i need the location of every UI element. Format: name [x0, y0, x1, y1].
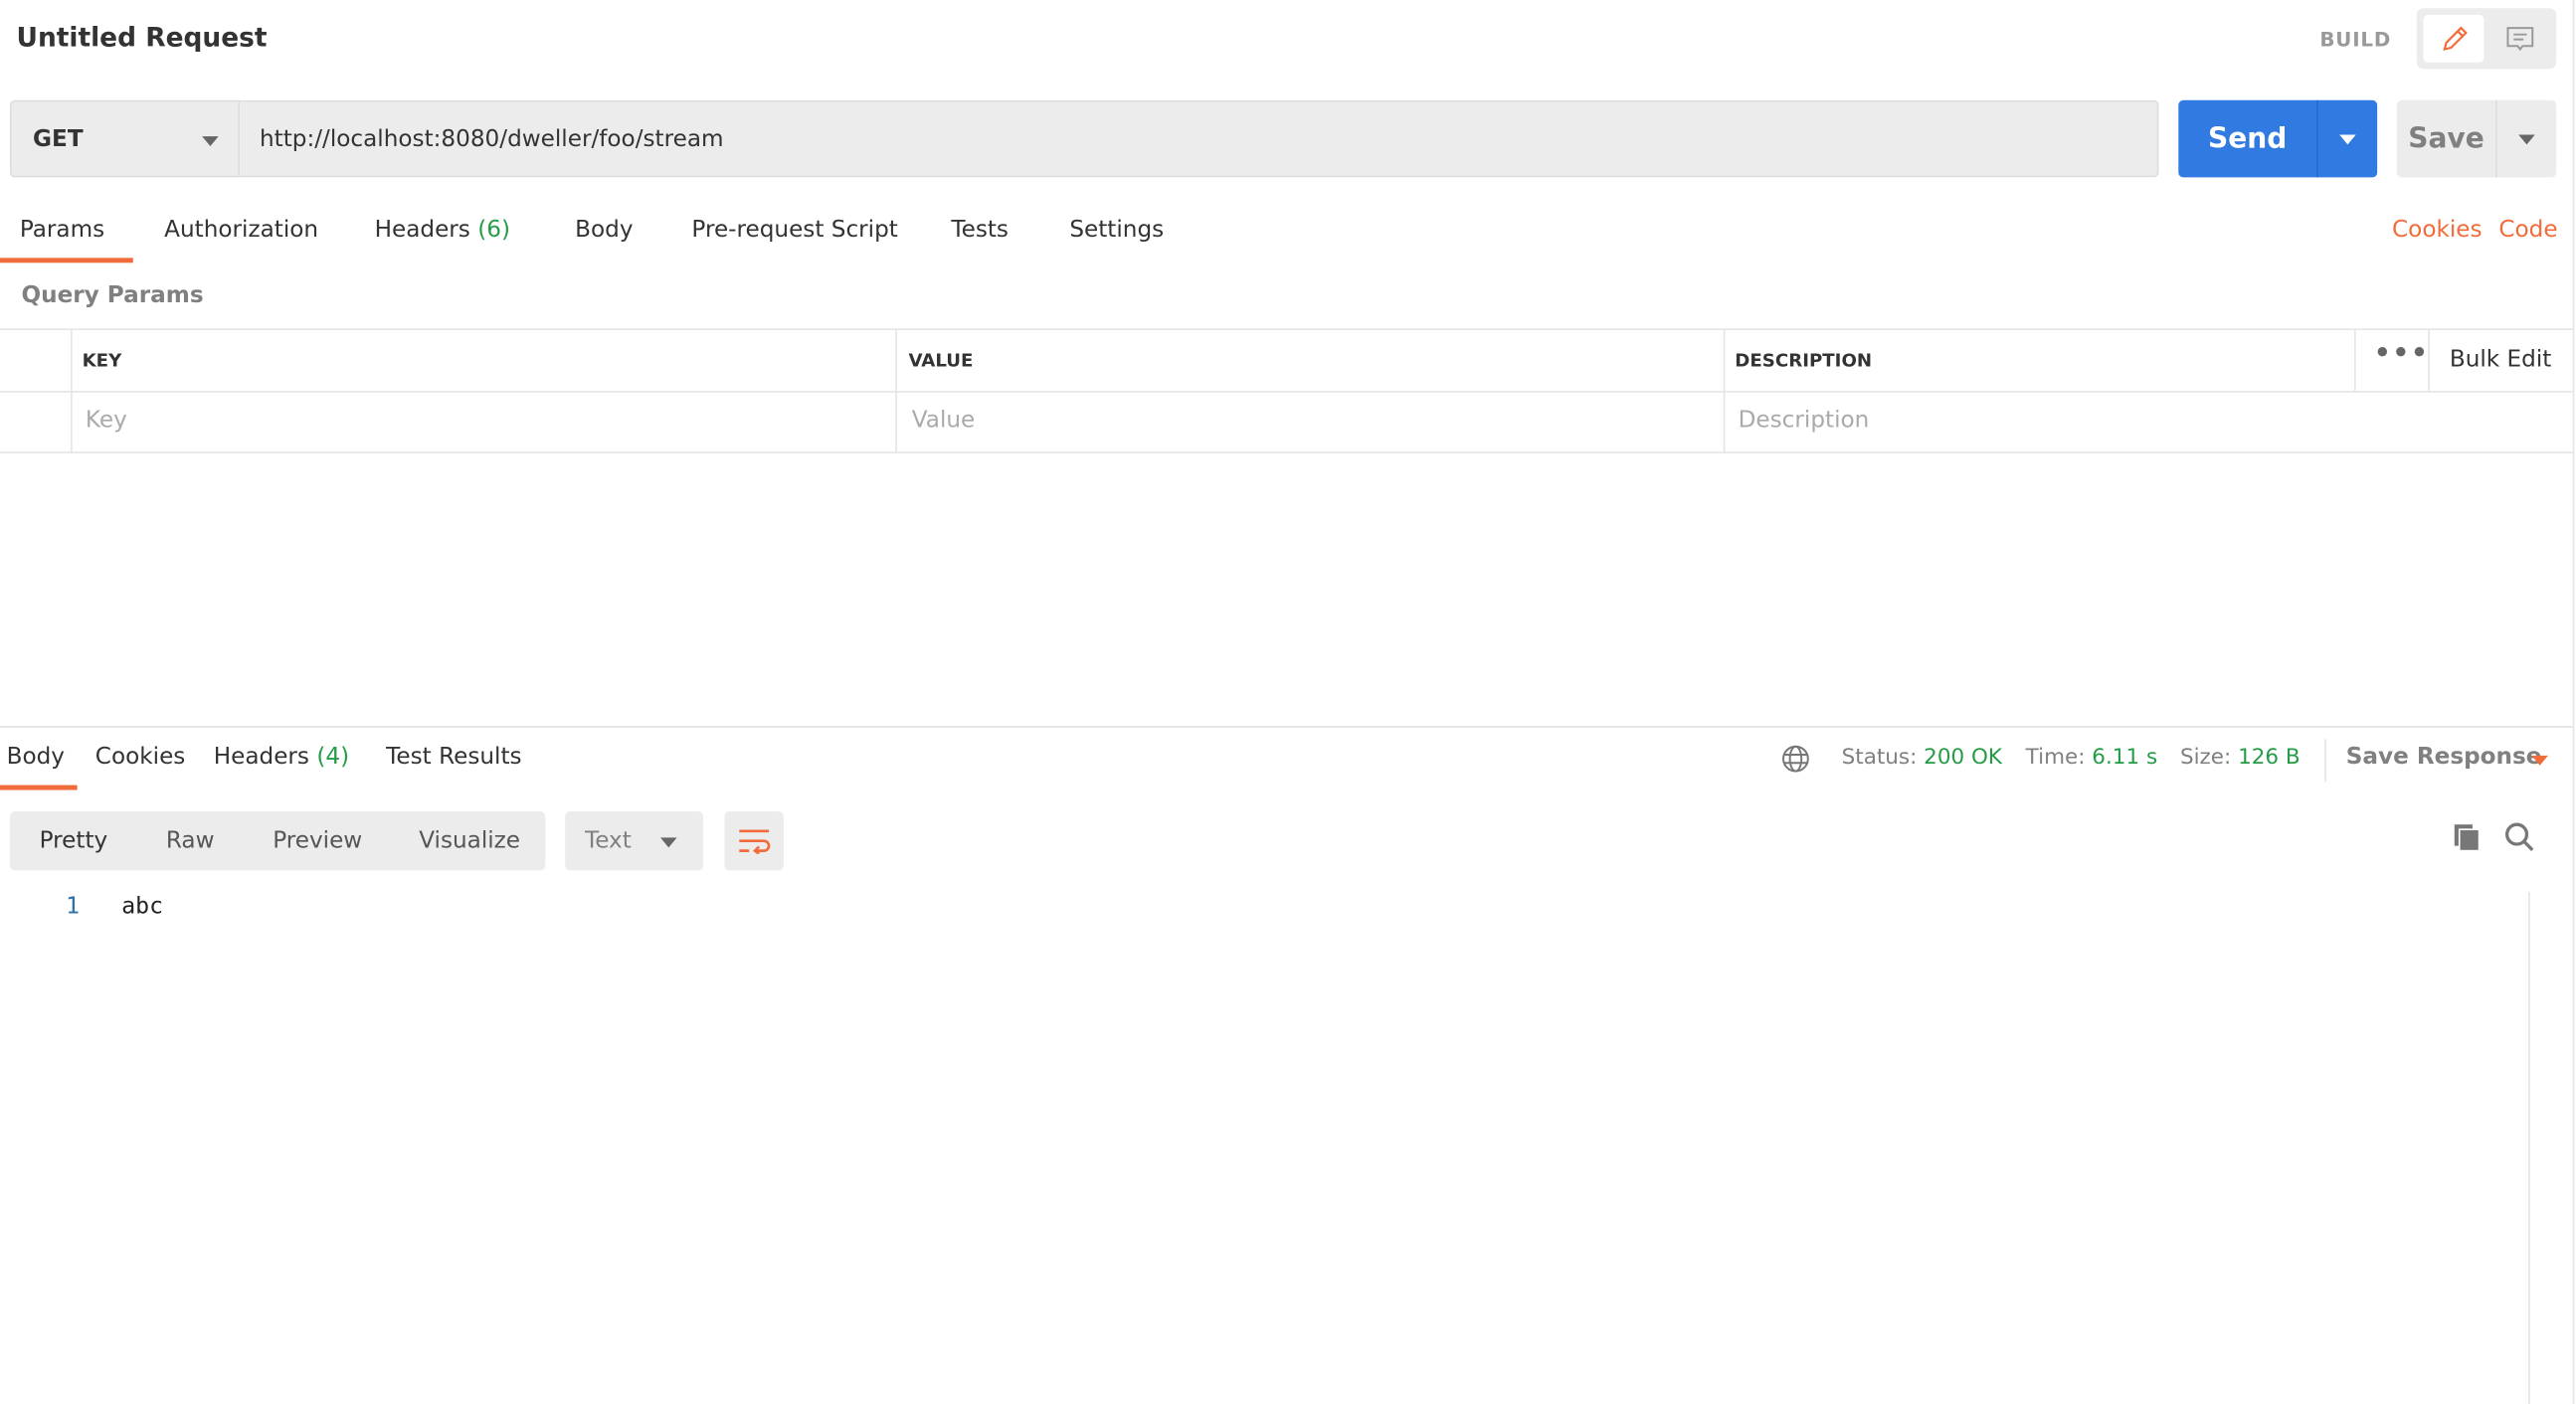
send-button[interactable]: Send	[2178, 100, 2316, 178]
headers-count: (6)	[477, 217, 511, 244]
size-value[interactable]: 126 B	[2238, 746, 2300, 771]
save-response-label: Save Response	[2345, 744, 2542, 771]
response-tab-headers[interactable]: Headers (4)	[214, 744, 349, 790]
wrap-lines-button[interactable]	[724, 810, 784, 871]
view-mode-selector: Pretty Raw Preview Visualize	[9, 810, 546, 871]
method-value: GET	[33, 125, 84, 152]
build-mode-button[interactable]	[2423, 14, 2484, 63]
query-params-title: Query Params	[21, 282, 204, 309]
save-button-group: Save	[2396, 99, 2557, 178]
tab-pre-request-script[interactable]: Pre-request Script	[691, 217, 897, 263]
globe-icon[interactable]	[1781, 744, 1811, 774]
comment-icon	[2505, 26, 2533, 51]
response-tab-test-results[interactable]: Test Results	[386, 744, 521, 790]
status-label: Status:	[1841, 745, 1918, 771]
cookies-link[interactable]: Cookies	[2392, 217, 2483, 263]
time-label: Time:	[2025, 745, 2086, 771]
tab-headers[interactable]: Headers (6)	[375, 217, 510, 263]
column-value: VALUE	[908, 349, 974, 372]
pencil-icon	[2442, 25, 2468, 51]
time-readout: Time: 6.11 s	[2026, 746, 2157, 771]
search-icon[interactable]	[2503, 821, 2536, 854]
mode-toggle	[2416, 8, 2557, 70]
size-label: Size:	[2179, 745, 2232, 771]
tab-params[interactable]: Params	[0, 217, 133, 263]
column-description: DESCRIPTION	[1735, 349, 1873, 372]
response-tab-body[interactable]: Body	[0, 744, 78, 790]
key-input[interactable]: Key	[86, 408, 127, 434]
description-input[interactable]: Description	[1739, 408, 1870, 434]
size-readout: Size: 126 B	[2180, 746, 2300, 771]
editor-scrollbar[interactable]	[2528, 891, 2573, 1404]
response-body-line[interactable]: abc	[121, 894, 163, 920]
column-key: KEY	[82, 349, 122, 372]
status-readout: Status: 200 OK	[1842, 746, 2002, 771]
send-options-button[interactable]	[2316, 99, 2377, 178]
line-number: 1	[66, 893, 81, 921]
caret-down-icon	[2518, 134, 2535, 145]
save-button[interactable]: Save	[2397, 100, 2495, 178]
tab-label: Headers	[213, 744, 310, 771]
headers-count: (4)	[316, 744, 350, 771]
tab-authorization[interactable]: Authorization	[164, 217, 318, 263]
view-pretty[interactable]: Pretty	[40, 828, 108, 854]
format-select[interactable]: Text	[565, 810, 703, 871]
value-input[interactable]: Value	[912, 408, 976, 434]
send-button-group: Send	[2178, 99, 2378, 178]
postman-request-panel: Untitled Request BUILD GET Send Save Par…	[0, 0, 2576, 1404]
view-visualize[interactable]: Visualize	[419, 828, 520, 854]
save-response-button[interactable]: Save Response	[2345, 744, 2548, 771]
copy-icon[interactable]	[2453, 823, 2483, 853]
tab-body[interactable]: Body	[575, 217, 633, 263]
code-link[interactable]: Code	[2498, 217, 2557, 263]
time-value[interactable]: 6.11 s	[2092, 746, 2157, 771]
chevron-down-icon	[202, 136, 219, 147]
tab-settings[interactable]: Settings	[1069, 217, 1164, 263]
more-options-icon[interactable]: •••	[2374, 337, 2430, 368]
response-tab-cookies[interactable]: Cookies	[95, 744, 186, 790]
mode-label: BUILD	[2319, 28, 2392, 52]
method-select[interactable]: GET	[9, 99, 241, 178]
comments-button[interactable]	[2488, 15, 2549, 63]
view-preview[interactable]: Preview	[273, 828, 362, 854]
status-value[interactable]: 200 OK	[1924, 746, 2002, 771]
tab-tests[interactable]: Tests	[951, 217, 1009, 263]
chevron-down-icon	[660, 837, 677, 848]
panel-divider[interactable]	[0, 726, 2573, 728]
save-options-button[interactable]	[2495, 99, 2556, 178]
params-table: KEY VALUE DESCRIPTION ••• Bulk Edit Key …	[0, 328, 2573, 453]
bulk-edit-link[interactable]: Bulk Edit	[2450, 347, 2551, 373]
view-raw[interactable]: Raw	[166, 828, 215, 854]
request-title[interactable]: Untitled Request	[17, 21, 268, 52]
format-value: Text	[585, 827, 632, 854]
caret-down-icon	[2339, 134, 2356, 145]
caret-down-icon	[2531, 755, 2548, 766]
url-input[interactable]	[240, 99, 2159, 178]
wrap-lines-icon	[739, 829, 771, 854]
tab-label: Headers	[374, 217, 470, 244]
